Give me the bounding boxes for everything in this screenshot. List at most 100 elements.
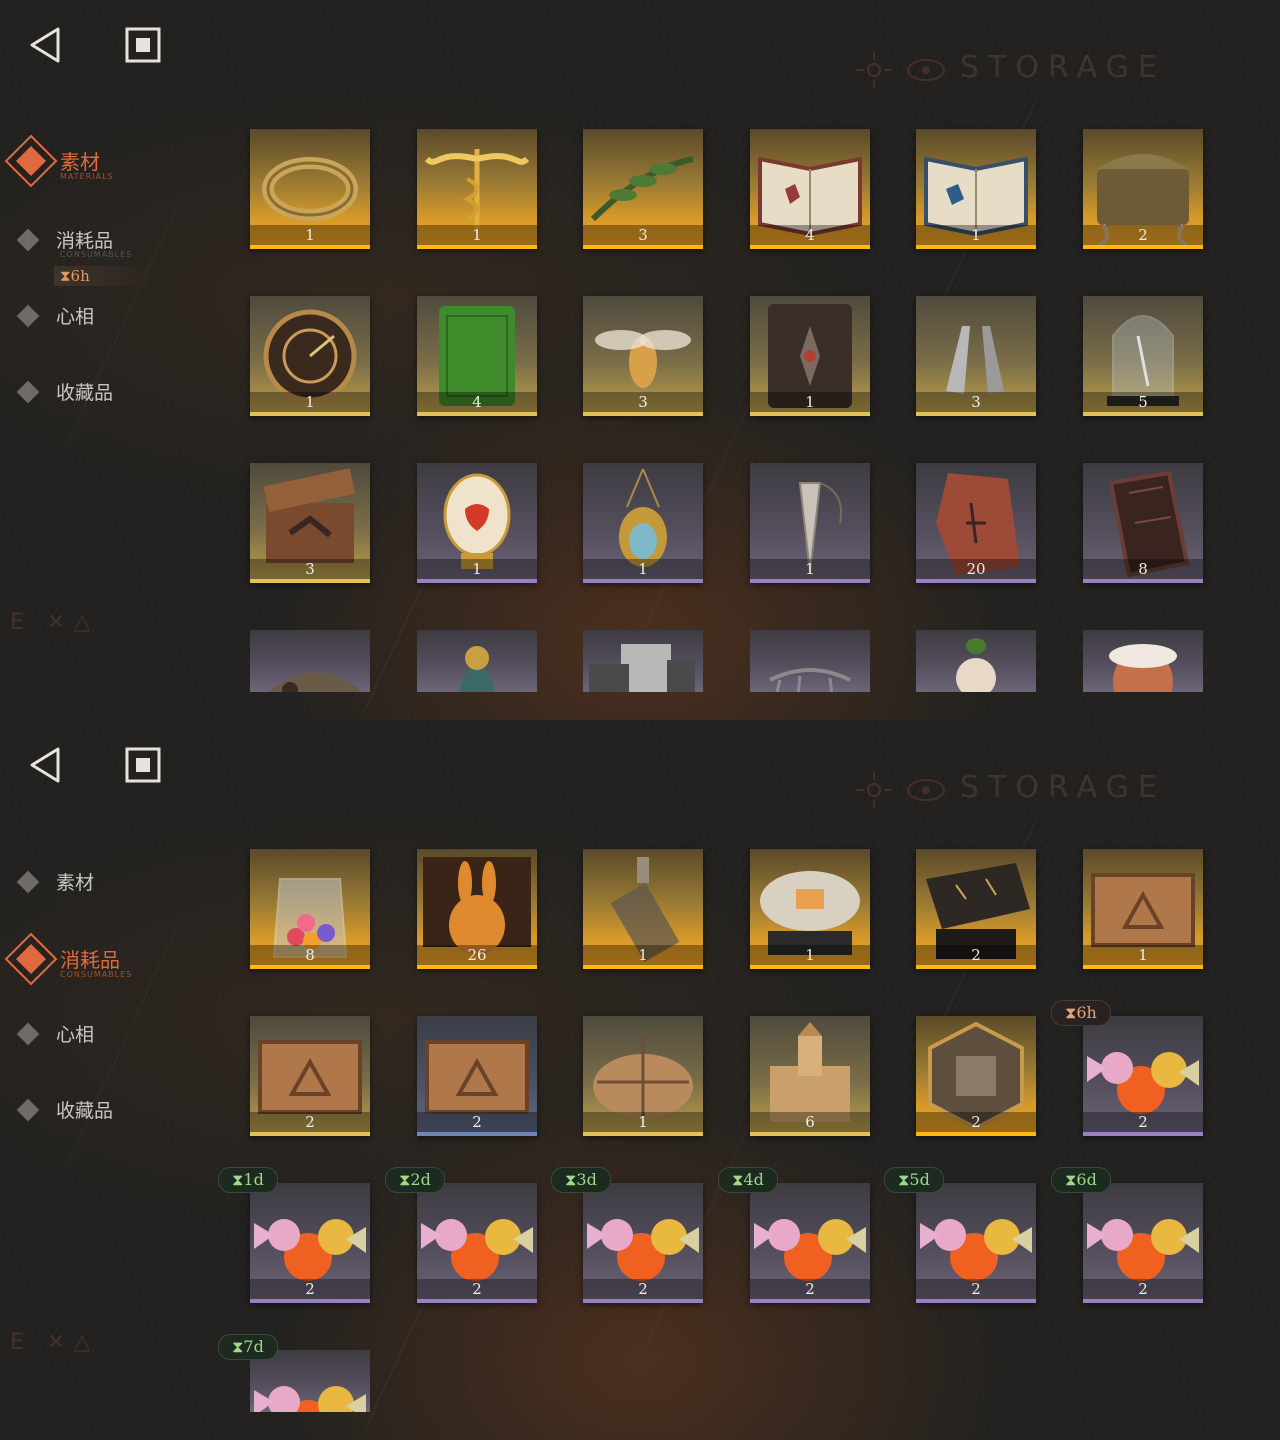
item-tile-candies[interactable]: 2: [916, 1183, 1036, 1303]
item-tile-rune-table[interactable]: 2: [916, 849, 1036, 969]
nav-item-0[interactable]: 素材: [16, 864, 216, 904]
item-tile-jeweled-egg[interactable]: 1: [417, 463, 537, 583]
rarity-strip: [250, 965, 370, 969]
item-tile-firefly[interactable]: 3: [583, 296, 703, 416]
rarity-strip: [916, 579, 1036, 583]
badge-text: 4d: [743, 1170, 764, 1189]
rarity-strip: [583, 245, 703, 249]
expiry-badge: ⧗5d: [884, 1167, 944, 1193]
item-tile-stone-fragment[interactable]: 20: [916, 463, 1036, 583]
item-tile-mask[interactable]: [1083, 630, 1203, 692]
item-tile-sand-castle[interactable]: 6: [750, 1016, 870, 1136]
item-tile-leather-tome[interactable]: 1: [750, 296, 870, 416]
item-tile-candies[interactable]: 2: [417, 1183, 537, 1303]
item-quantity: 1: [750, 945, 870, 965]
rarity-strip: [417, 412, 537, 416]
home-button[interactable]: [124, 746, 162, 788]
mask-icon: [1109, 644, 1177, 692]
item-tile-candies[interactable]: 2: [583, 1183, 703, 1303]
rarity-strip: [750, 579, 870, 583]
item-quantity: 8: [250, 945, 370, 965]
item-quantity: 2: [583, 1279, 703, 1299]
sun-eye-emblem-icon: [856, 52, 945, 88]
item-tile-iron[interactable]: [250, 630, 370, 692]
item-tile-golden-rabbit[interactable]: 26: [417, 849, 537, 969]
item-quantity: 1: [1083, 945, 1203, 965]
item-tile-candies[interactable]: 2: [1083, 1016, 1203, 1136]
item-tile-bottle[interactable]: 1: [583, 849, 703, 969]
badge-text: 5d: [909, 1170, 930, 1189]
nav-label: 心相: [56, 306, 95, 328]
item-tile-green-tablet[interactable]: 4: [417, 296, 537, 416]
item-tile-astrolabe[interactable]: 1: [250, 296, 370, 416]
nav-item-0[interactable]: 素材 MATERIALS: [4, 134, 216, 188]
storage-panel-consumables: STORAGE E ✕△ 素材 消耗品 CONSUMABLES 心相 收藏品 8 26 1 1 2 1 2…: [0, 720, 1280, 1440]
nav-item-1[interactable]: 消耗品 CONSUMABLES: [16, 222, 216, 262]
nav-item-3[interactable]: 收藏品: [16, 374, 216, 414]
item-tile-glass-dome[interactable]: 5: [1083, 296, 1203, 416]
item-tile-plush-toy[interactable]: [916, 630, 1036, 692]
nav-item-2[interactable]: 心相: [16, 298, 216, 338]
item-quantity: 3: [583, 392, 703, 412]
item-tile-wooden-crate-yellow[interactable]: 2: [250, 1016, 370, 1136]
item-tile-candies[interactable]: 2: [250, 1183, 370, 1303]
item-tile-hex-puzzle[interactable]: 2: [916, 1016, 1036, 1136]
active-diamond-icon: [4, 134, 58, 188]
storage-watermark-text: STORAGE: [960, 770, 1166, 805]
nav-item-3[interactable]: 收藏品: [16, 1092, 216, 1132]
item-tile-root-chest[interactable]: 2: [1083, 129, 1203, 249]
rarity-strip: [583, 1299, 703, 1303]
nav-item-1[interactable]: 消耗品 CONSUMABLES: [4, 932, 216, 986]
item-quantity: 1: [250, 392, 370, 412]
item-quantity: 1: [417, 559, 537, 579]
item-tile-candy-jar[interactable]: 8: [250, 849, 370, 969]
item-tile-wooden-crate-blue[interactable]: 2: [417, 1016, 537, 1136]
item-quantity: 20: [916, 559, 1036, 579]
item-tile-wooden-crate-gold[interactable]: 1: [1083, 849, 1203, 969]
item-tile-beetle-pendant[interactable]: 1: [583, 463, 703, 583]
nav-diamond-icon: [16, 1098, 40, 1122]
rarity-strip: [1083, 579, 1203, 583]
item-tile-red-book[interactable]: 4: [750, 129, 870, 249]
item-tile-candies[interactable]: 2: [750, 1183, 870, 1303]
item-tile-bird-figurine[interactable]: [417, 630, 537, 692]
item-tile-skeleton[interactable]: [750, 630, 870, 692]
nav-sublabel: CONSUMABLES: [60, 970, 133, 979]
badge-text: 6h: [1076, 1003, 1097, 1022]
hourglass-icon: ⧗: [732, 1170, 744, 1189]
item-quantity: 4: [750, 225, 870, 245]
back-button[interactable]: [28, 26, 62, 68]
item-quantity: 3: [250, 559, 370, 579]
item-quantity: 1: [750, 559, 870, 579]
item-tile-laurel-branch[interactable]: 3: [583, 129, 703, 249]
item-tile-crystal-pendulum[interactable]: 1: [750, 463, 870, 583]
item-quantity: 2: [1083, 1112, 1203, 1132]
nav-sublabel: MATERIALS: [60, 172, 114, 181]
item-tile-silver-bars[interactable]: [583, 630, 703, 692]
rarity-strip: [583, 1132, 703, 1136]
item-tile-caduceus[interactable]: 1: [417, 129, 537, 249]
item-tile-blue-book[interactable]: 1: [916, 129, 1036, 249]
rarity-strip: [1083, 1299, 1203, 1303]
back-button[interactable]: [28, 746, 62, 788]
nav-sublabel: CONSUMABLES: [60, 250, 133, 259]
item-tile-ring[interactable]: 1: [250, 129, 370, 249]
symbol-decoration: E ✕△: [10, 1330, 99, 1355]
item-quantity: 2: [1083, 225, 1203, 245]
item-tile-coffin-box[interactable]: 8: [1083, 463, 1203, 583]
item-tile-capsule-machine[interactable]: 1: [750, 849, 870, 969]
item-tile-hand-box[interactable]: 3: [250, 463, 370, 583]
item-tile-candies[interactable]: 2: [1083, 1183, 1203, 1303]
item-tile-bullets[interactable]: 3: [916, 296, 1036, 416]
item-tile-parcel[interactable]: 1: [583, 1016, 703, 1136]
hourglass-icon: ⧗: [232, 1170, 244, 1189]
expiry-badge: ⧗1d: [218, 1167, 278, 1193]
hourglass-icon: ⧗: [232, 1337, 244, 1356]
rarity-strip: [417, 965, 537, 969]
nav-item-2[interactable]: 心相: [16, 1016, 216, 1056]
item-quantity: 2: [250, 1112, 370, 1132]
badge-text: 7d: [243, 1337, 264, 1356]
expiry-timer-tag: ⧗6h: [54, 266, 152, 286]
item-quantity: 3: [583, 225, 703, 245]
home-button[interactable]: [124, 26, 162, 68]
